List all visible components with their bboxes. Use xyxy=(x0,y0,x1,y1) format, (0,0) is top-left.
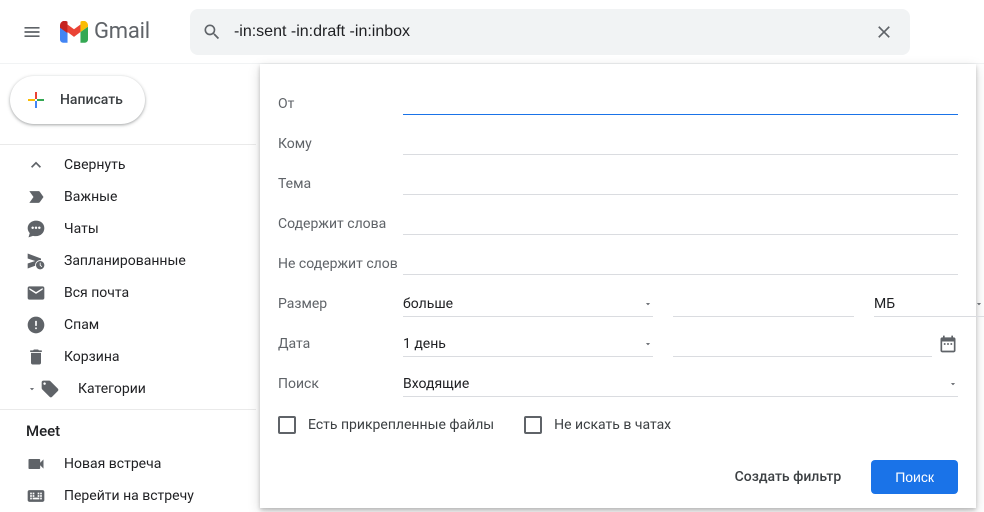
sidebar-item-scheduled[interactable]: Запланированные xyxy=(0,245,256,277)
sidebar-item-categories[interactable]: Категории xyxy=(0,373,256,405)
to-input[interactable] xyxy=(403,134,958,155)
size-value-input[interactable] xyxy=(673,292,854,317)
size-unit-select[interactable]: МБ xyxy=(874,292,984,317)
sidebar-item-important[interactable]: Важные xyxy=(0,181,256,213)
all-mail-icon xyxy=(26,283,46,303)
subject-input[interactable] xyxy=(403,174,958,195)
date-input[interactable] xyxy=(673,332,932,357)
main-menu-button[interactable] xyxy=(8,8,56,56)
meet-join-meeting[interactable]: Перейти на встречу xyxy=(0,480,256,512)
meet-item-label: Новая встреча xyxy=(64,456,161,472)
sidebar-item-label: Свернуть xyxy=(64,157,125,173)
schedule-send-icon xyxy=(26,251,46,271)
gmail-logo[interactable]: Gmail xyxy=(60,19,150,44)
chat-icon xyxy=(26,219,46,239)
has-words-input[interactable] xyxy=(403,214,958,235)
sidebar-item-spam[interactable]: Спам xyxy=(0,309,256,341)
divider xyxy=(0,144,256,145)
to-label: Кому xyxy=(278,136,403,152)
keyboard-icon xyxy=(26,486,46,506)
sidebar-item-collapse[interactable]: Свернуть xyxy=(0,149,256,181)
chevron-down-icon xyxy=(643,339,653,349)
checkbox-label: Не искать в чатах xyxy=(554,417,671,433)
checkbox-icon xyxy=(524,416,542,434)
sidebar-item-chats[interactable]: Чаты xyxy=(0,213,256,245)
checkbox-label: Есть прикрепленные файлы xyxy=(308,417,494,433)
sidebar-item-label: Вся почта xyxy=(64,285,129,301)
search-input[interactable] xyxy=(234,23,864,41)
gmail-logo-text: Gmail xyxy=(94,19,150,44)
plus-icon xyxy=(24,88,48,112)
has-words-label: Содержит слова xyxy=(278,216,403,232)
exclude-chats-checkbox[interactable]: Не искать в чатах xyxy=(524,416,671,434)
category-icon xyxy=(40,379,60,399)
compose-label: Написать xyxy=(60,92,123,108)
has-attachment-checkbox[interactable]: Есть прикрепленные файлы xyxy=(278,416,494,434)
sidebar-item-trash[interactable]: Корзина xyxy=(0,341,256,373)
label-important-icon xyxy=(26,187,46,207)
subject-label: Тема xyxy=(278,176,403,192)
not-words-input[interactable] xyxy=(403,254,958,275)
sidebar-item-label: Корзина xyxy=(64,349,120,365)
spam-icon xyxy=(26,315,46,335)
size-operator-value: больше xyxy=(403,296,453,312)
size-label: Размер xyxy=(278,296,403,312)
videocam-icon xyxy=(26,454,46,474)
from-label: От xyxy=(278,96,403,112)
date-label: Дата xyxy=(278,336,403,352)
expand-less-icon xyxy=(26,155,46,175)
caret-down-icon xyxy=(22,379,42,399)
search-in-value: Входящие xyxy=(403,376,469,392)
sidebar-item-allmail[interactable]: Вся почта xyxy=(0,277,256,309)
sidebar-item-label: Спам xyxy=(64,317,99,333)
chevron-down-icon xyxy=(948,379,958,389)
close-icon xyxy=(874,22,894,42)
date-within-select[interactable]: 1 день xyxy=(403,332,653,357)
meet-new-meeting[interactable]: Новая встреча xyxy=(0,448,256,480)
date-within-value: 1 день xyxy=(403,336,446,352)
calendar-icon[interactable] xyxy=(938,334,958,354)
sidebar-item-label: Запланированные xyxy=(64,253,186,269)
not-words-label: Не содержит слов xyxy=(278,256,403,272)
chevron-down-icon xyxy=(643,299,653,309)
sidebar-item-label: Категории xyxy=(78,381,146,397)
chevron-down-icon xyxy=(974,299,984,309)
from-input[interactable] xyxy=(403,94,958,115)
sidebar-item-label: Чаты xyxy=(64,221,99,237)
clear-search-button[interactable] xyxy=(864,12,904,52)
hamburger-icon xyxy=(22,22,42,42)
create-filter-button[interactable]: Создать фильтр xyxy=(721,461,856,493)
size-unit-value: МБ xyxy=(874,296,895,312)
gmail-logo-icon xyxy=(60,21,88,43)
trash-icon xyxy=(26,347,46,367)
divider xyxy=(0,409,256,410)
search-icon xyxy=(202,22,222,42)
checkbox-icon xyxy=(278,416,296,434)
search-button[interactable]: Поиск xyxy=(871,460,958,494)
search-in-select[interactable]: Входящие xyxy=(403,372,958,397)
meet-item-label: Перейти на встречу xyxy=(64,488,194,504)
meet-section-header: Meet xyxy=(0,414,256,448)
sidebar-item-label: Важные xyxy=(64,189,117,205)
sidebar: Написать Свернуть Важные Чаты Запланиров… xyxy=(0,64,256,501)
search-bar[interactable] xyxy=(190,9,910,55)
search-in-label: Поиск xyxy=(278,376,403,392)
compose-button[interactable]: Написать xyxy=(10,76,145,124)
advanced-search-panel: От Кому Тема Содержит слова Не содержит … xyxy=(260,64,976,508)
size-operator-select[interactable]: больше xyxy=(403,292,653,317)
